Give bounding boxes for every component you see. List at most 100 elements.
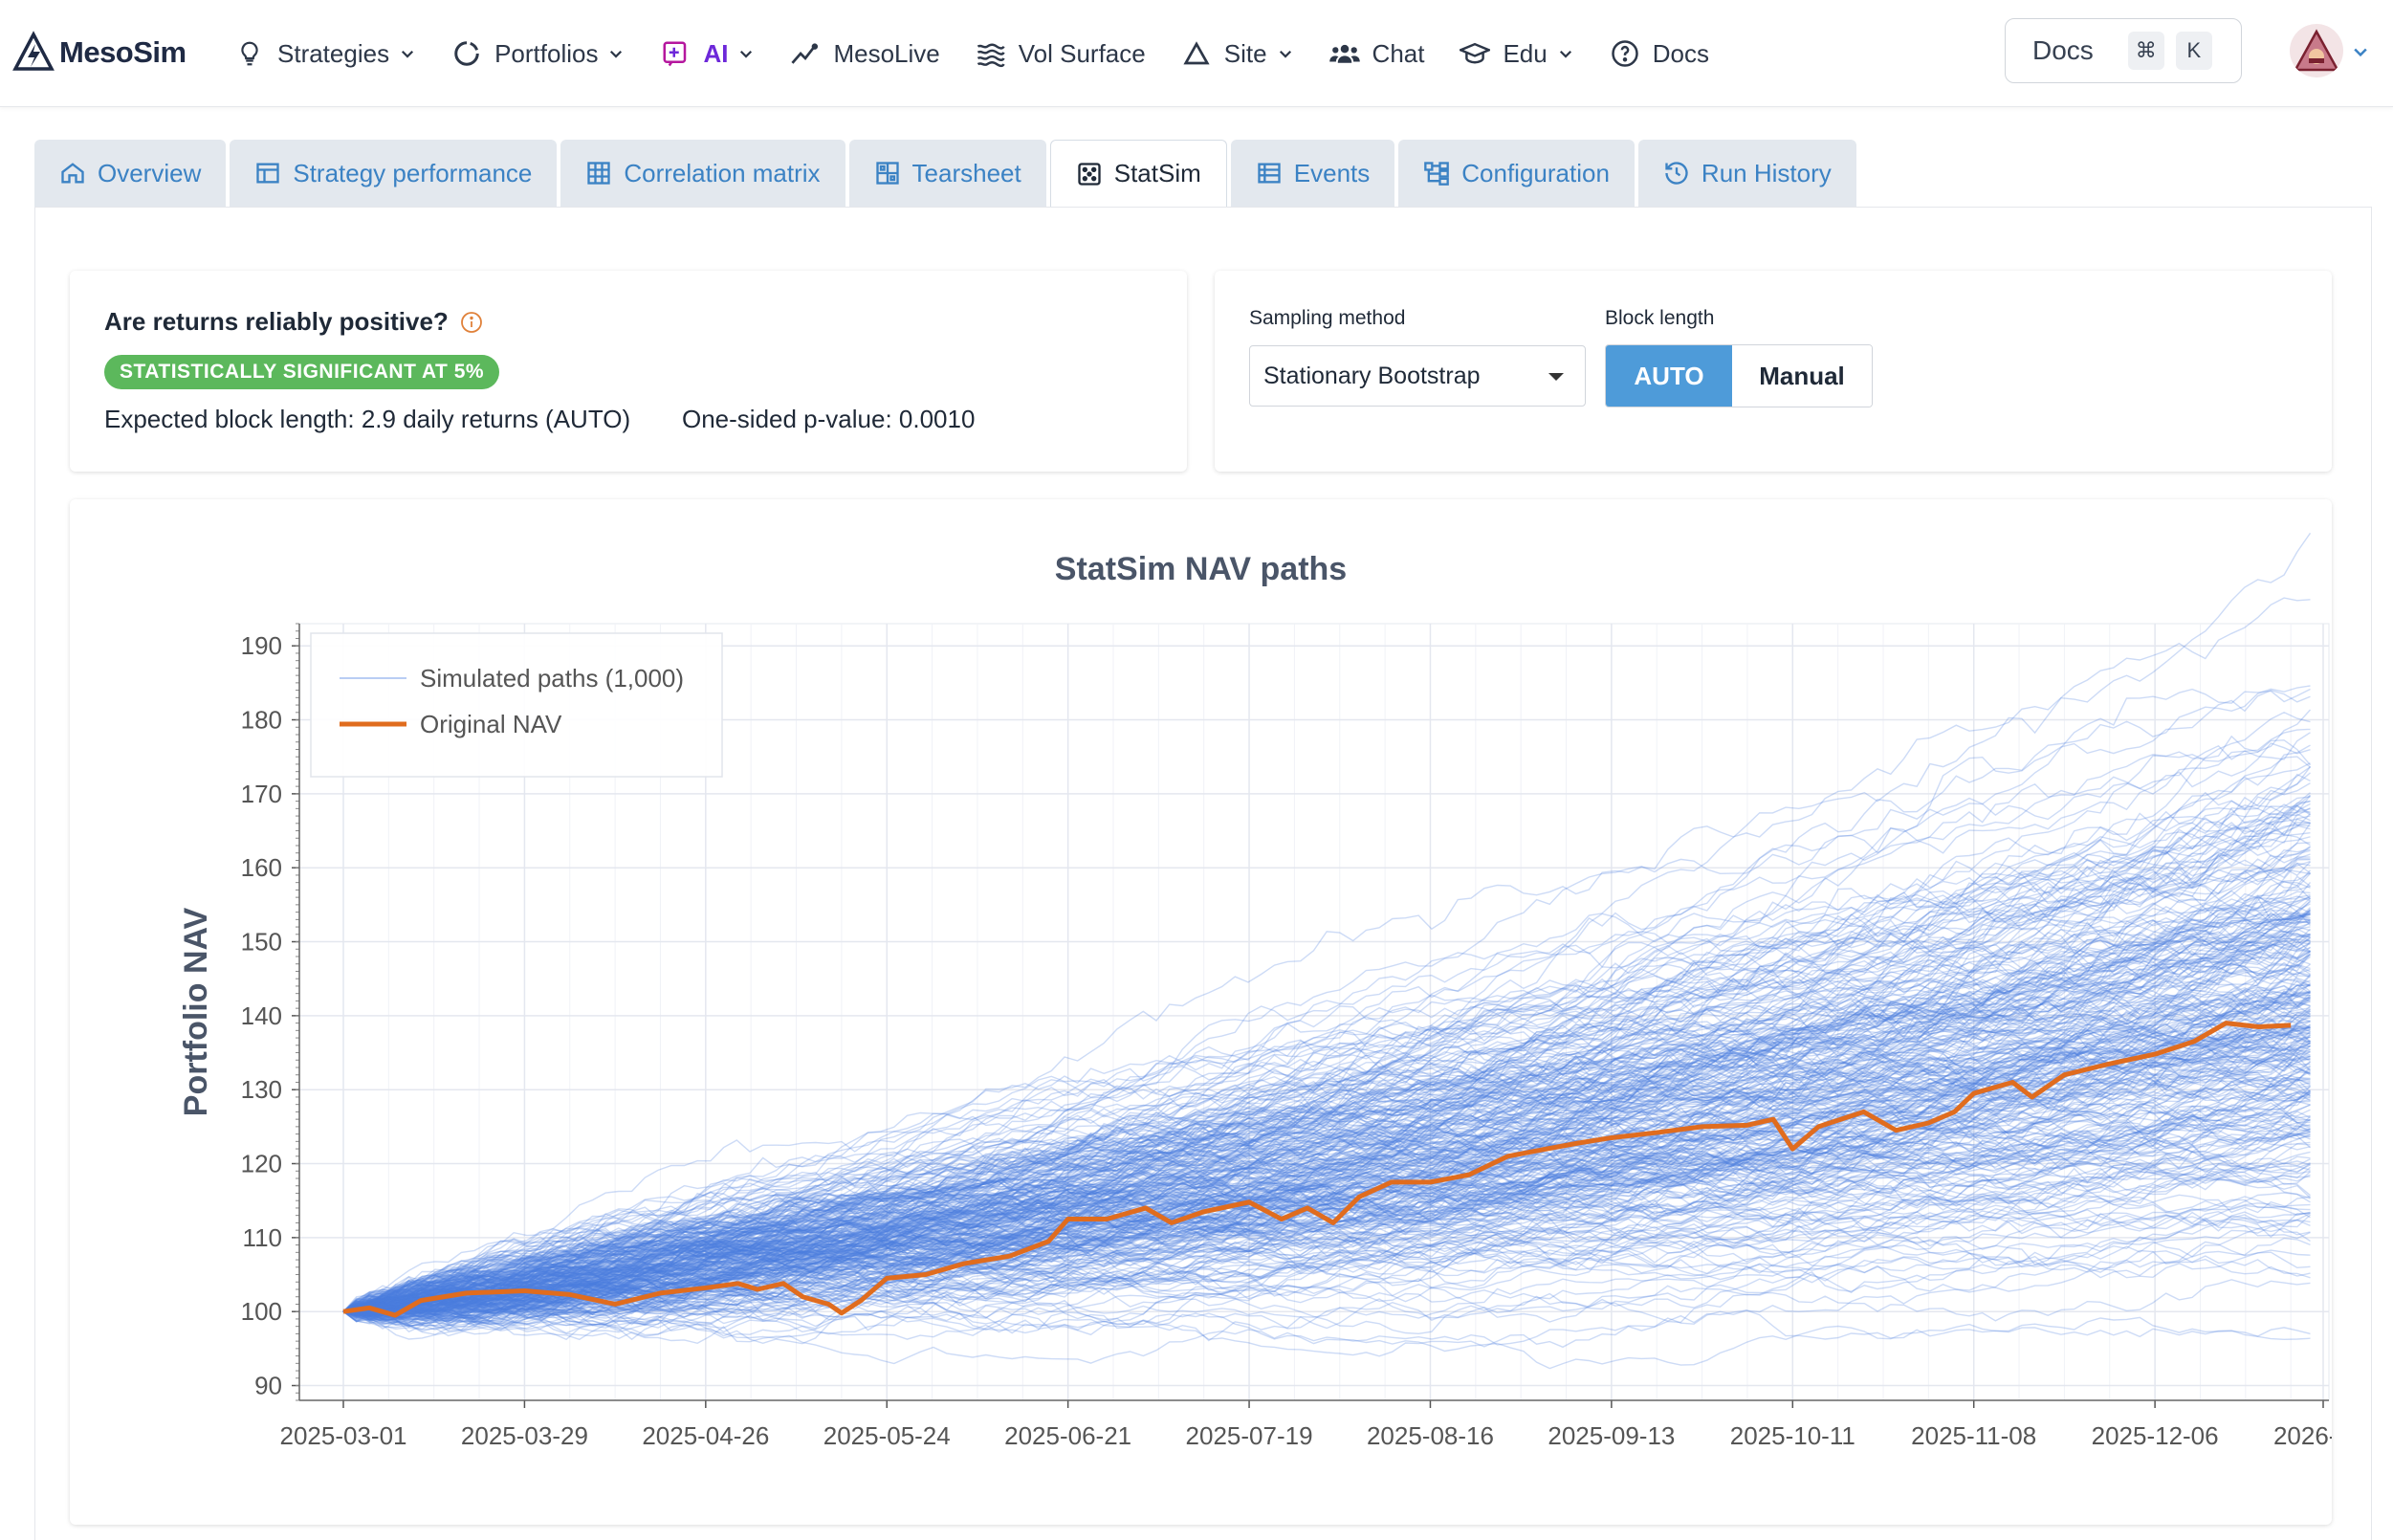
- chart-legend: Simulated paths (1,000) Original NAV: [310, 632, 723, 778]
- top-navbar: MesoSim Strategies Portfolios AI MesoLiv…: [0, 0, 2393, 107]
- tab-overview-label: Overview: [98, 158, 202, 187]
- nav-site-label: Site: [1223, 38, 1267, 68]
- list-icon: [1256, 160, 1283, 187]
- nav-ai[interactable]: AI: [659, 27, 755, 80]
- tab-events[interactable]: Events: [1230, 140, 1395, 207]
- help-circle-icon: [1609, 37, 1641, 70]
- table-icon: [254, 160, 281, 187]
- nav-edu[interactable]: Edu: [1459, 27, 1573, 80]
- tab-configuration[interactable]: Configuration: [1398, 140, 1635, 207]
- y-tick-label: 170: [241, 780, 282, 808]
- chevron-down-icon: [737, 45, 755, 62]
- triangle-icon: [1180, 37, 1213, 70]
- lightbulb-icon: [233, 37, 266, 70]
- nav-strategies[interactable]: Strategies: [233, 27, 416, 80]
- nav-edu-label: Edu: [1503, 38, 1548, 68]
- nav-portfolios[interactable]: Portfolios: [450, 27, 625, 80]
- nav-docs[interactable]: Docs: [1609, 27, 1709, 80]
- chevron-down-icon: [1557, 45, 1574, 62]
- tab-run-history[interactable]: Run History: [1637, 140, 1856, 207]
- sampling-method-select[interactable]: Stationary Bootstrap: [1249, 345, 1586, 407]
- avatar-triangle-icon: [2293, 29, 2340, 72]
- tab-events-label: Events: [1293, 158, 1371, 187]
- dice-icon: [1076, 161, 1103, 187]
- docs-search-button[interactable]: Docs ⌘ K: [2005, 18, 2242, 83]
- y-tick-label: 150: [241, 928, 282, 957]
- chevron-down-icon: [1277, 45, 1294, 62]
- nav-ai-label: AI: [703, 38, 729, 68]
- nav-strategies-label: Strategies: [277, 38, 390, 68]
- legend-sim-label: Simulated paths (1,000): [420, 664, 684, 693]
- block-length-label: Block length: [1605, 307, 1715, 329]
- x-tick-label: 2025-11-08: [1911, 1421, 2036, 1450]
- mesosim-logo-icon: [12, 31, 55, 71]
- x-tick-label: 2025-08-16: [1367, 1421, 1494, 1450]
- graduation-cap-icon: [1459, 37, 1491, 70]
- y-tick-label: 100: [241, 1297, 282, 1326]
- chevron-down-icon[interactable]: [2351, 42, 2370, 66]
- significance-card: Are returns reliably positive? STATISTIC…: [70, 271, 1187, 472]
- block-length-text: Expected block length: 2.9 daily returns…: [104, 405, 631, 433]
- brand-name: MesoSim: [59, 35, 187, 69]
- nav-vol-surface-label: Vol Surface: [1018, 38, 1146, 68]
- layout-icon: [874, 160, 901, 187]
- block-length-toggle: AUTO Manual: [1605, 344, 1873, 407]
- home-icon: [59, 160, 86, 187]
- x-tick-label: 2025-03-01: [280, 1421, 407, 1450]
- tab-statsim-label: StatSim: [1113, 159, 1201, 187]
- tab-correlation-matrix[interactable]: Correlation matrix: [560, 140, 845, 207]
- manual-button[interactable]: Manual: [1732, 345, 1872, 407]
- docs-search-label: Docs: [2032, 35, 2094, 65]
- info-icon[interactable]: [460, 311, 483, 334]
- x-tick-label: 2025-06-21: [1004, 1421, 1131, 1450]
- y-tick-label: 90: [254, 1372, 282, 1400]
- nav-paths-chart-card: StatSim NAV paths 90 100 110 120 130 140 150 16…: [70, 499, 2332, 1525]
- auto-button[interactable]: AUTO: [1606, 345, 1732, 407]
- y-axis-label: Portfolio NAV: [178, 907, 214, 1116]
- y-tick-label: 120: [241, 1150, 282, 1178]
- nav-vol-surface[interactable]: Vol Surface: [975, 27, 1146, 80]
- tab-statsim[interactable]: StatSim: [1049, 140, 1227, 207]
- y-tick-label: 130: [241, 1075, 282, 1104]
- tab-run-history-label: Run History: [1701, 158, 1832, 187]
- x-tick-label: 2025-03-29: [461, 1421, 588, 1450]
- x-tick-label: 2025-12-06: [2092, 1421, 2219, 1450]
- y-tick-label: 110: [243, 1223, 282, 1252]
- trend-line-icon: [789, 37, 822, 70]
- nav-paths-chart: 90 100 110 120 130 140 150 160 170 180 190 2025-03-…: [178, 532, 2332, 1450]
- chevron-down-icon: [399, 45, 416, 62]
- nav-mesolive[interactable]: MesoLive: [789, 27, 940, 80]
- y-tick-label: 180: [241, 706, 282, 735]
- sampling-method-value: Stationary Bootstrap: [1263, 362, 1481, 389]
- k-key: K: [2175, 32, 2212, 70]
- nav-chat[interactable]: Chat: [1328, 27, 1425, 80]
- grid-icon: [585, 160, 612, 187]
- x-tick-label: 2025-09-13: [1548, 1421, 1675, 1450]
- nav-mesolive-label: MesoLive: [833, 38, 940, 68]
- legend-orig-label: Original NAV: [420, 710, 562, 738]
- waves-icon: [975, 37, 1007, 70]
- brand-logo[interactable]: MesoSim: [11, 25, 187, 80]
- x-tick-label: 2025-04-26: [642, 1421, 769, 1450]
- legend-box: [310, 632, 723, 778]
- pie-ring-icon: [450, 37, 483, 70]
- y-tick-label: 190: [241, 631, 282, 660]
- tab-configuration-label: Configuration: [1461, 158, 1610, 187]
- tab-strategy-performance-label: Strategy performance: [293, 158, 533, 187]
- tab-tearsheet[interactable]: Tearsheet: [848, 140, 1046, 207]
- nav-site[interactable]: Site: [1180, 27, 1294, 80]
- user-avatar[interactable]: [2290, 24, 2343, 77]
- chevron-down-icon: [607, 45, 625, 62]
- tab-tearsheet-label: Tearsheet: [911, 158, 1021, 187]
- nav-chat-label: Chat: [1372, 38, 1425, 68]
- tab-strategy-performance[interactable]: Strategy performance: [230, 140, 558, 207]
- x-tick-label: 2025-10-11: [1730, 1421, 1855, 1450]
- p-value-text: One-sided p-value: 0.0010: [682, 405, 976, 433]
- x-tick-label: 2026-01-: [2273, 1421, 2332, 1450]
- nav-docs-label: Docs: [1652, 38, 1709, 68]
- caret-down-icon: [1548, 373, 1564, 381]
- significance-badge: STATISTICALLY SIGNIFICANT AT 5%: [104, 355, 500, 389]
- tab-overview[interactable]: Overview: [34, 140, 227, 207]
- x-tick-label: 2025-07-19: [1186, 1421, 1313, 1450]
- y-tick-label: 140: [241, 1001, 282, 1030]
